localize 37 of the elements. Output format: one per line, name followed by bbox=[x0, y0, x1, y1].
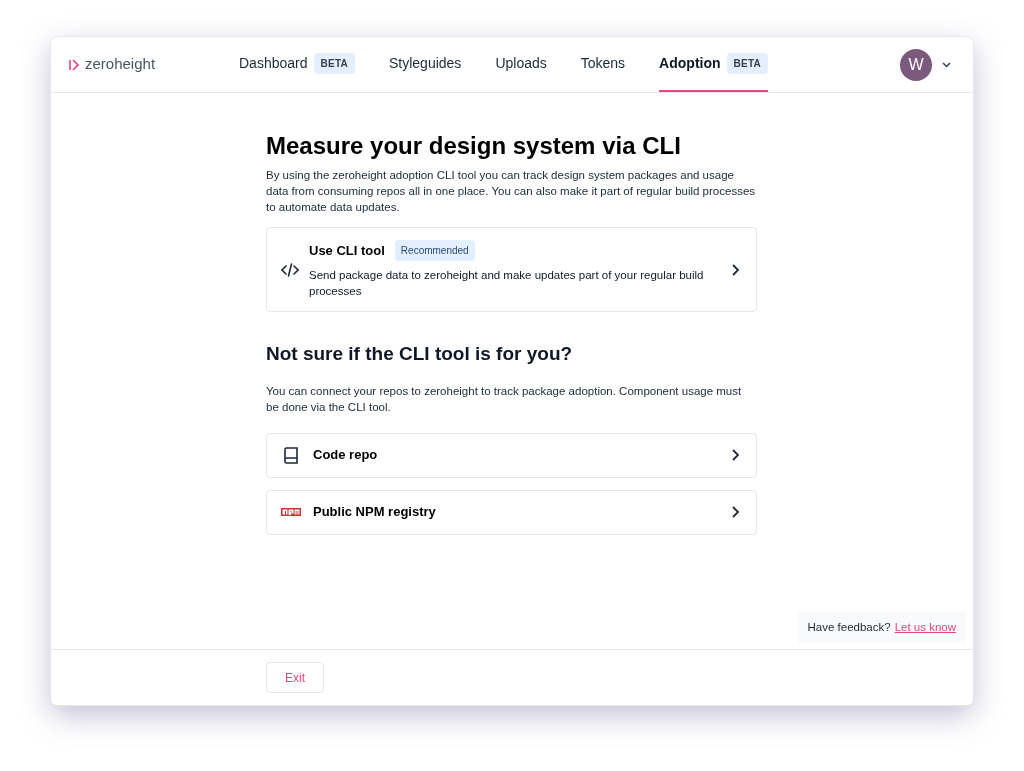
option-card[interactable]: Use CLI tool Recommended Send package data to zeroheight and make updates part of your regular build processes bbox=[266, 227, 757, 312]
option-title: Public NPM registry bbox=[313, 503, 437, 522]
recommended-badge: Recommended bbox=[394, 240, 475, 261]
nav-tab[interactable]: Adoption BETA bbox=[659, 37, 768, 92]
option-card[interactable]: Public NPM registry bbox=[266, 489, 757, 535]
chevron-right-icon bbox=[732, 506, 740, 518]
option-description: Send package data to zeroheight and make updates part of your regular build processes bbox=[309, 268, 705, 299]
feedback-link[interactable]: Let us know bbox=[894, 618, 956, 636]
nav-label: Styleguides bbox=[389, 54, 462, 73]
user-avatar[interactable]: W bbox=[900, 48, 932, 81]
beta-badge: BETA bbox=[313, 53, 355, 74]
book-icon bbox=[284, 446, 298, 464]
logo-icon bbox=[69, 58, 79, 71]
nav-tab[interactable]: Styleguides bbox=[389, 37, 462, 92]
nav-label: Uploads bbox=[495, 54, 547, 73]
nav-label: Tokens bbox=[580, 54, 626, 73]
nav-tab[interactable]: Dashboard BETA bbox=[239, 37, 355, 92]
nav-tab[interactable]: Tokens bbox=[580, 37, 626, 92]
npm-logo-icon bbox=[281, 508, 301, 516]
section-text: You can connect your repos to zeroheight to track package adoption. Component usage must be done via the CLI tool. bbox=[266, 383, 743, 415]
chevron-down-icon[interactable] bbox=[942, 61, 951, 68]
option-title: Code repo bbox=[313, 446, 379, 465]
brand-name: zeroheight bbox=[85, 54, 156, 75]
option-card[interactable]: Code repo bbox=[266, 432, 757, 478]
section-title: Not sure if the CLI tool is for you? bbox=[266, 342, 574, 366]
exit-button[interactable]: Exit bbox=[266, 662, 324, 693]
nav-label: Dashboard bbox=[239, 54, 308, 73]
chevron-right-icon bbox=[732, 449, 740, 461]
beta-badge: BETA bbox=[726, 53, 768, 74]
page-title: Measure your design system via CLI bbox=[266, 131, 682, 161]
option-title: Use CLI tool bbox=[309, 241, 385, 260]
chevron-right-icon bbox=[732, 263, 740, 276]
nav-tab[interactable]: Uploads bbox=[495, 37, 547, 92]
intro-text: By using the zeroheight adoption CLI tool you can track design system packages and usage data from consuming repos all in one place. You can also make it part of regular build processes to automate data updates. bbox=[266, 168, 757, 215]
nav-label: Adoption bbox=[659, 54, 721, 73]
code-icon bbox=[281, 262, 299, 277]
feedback-text: Have feedback? bbox=[807, 619, 891, 635]
